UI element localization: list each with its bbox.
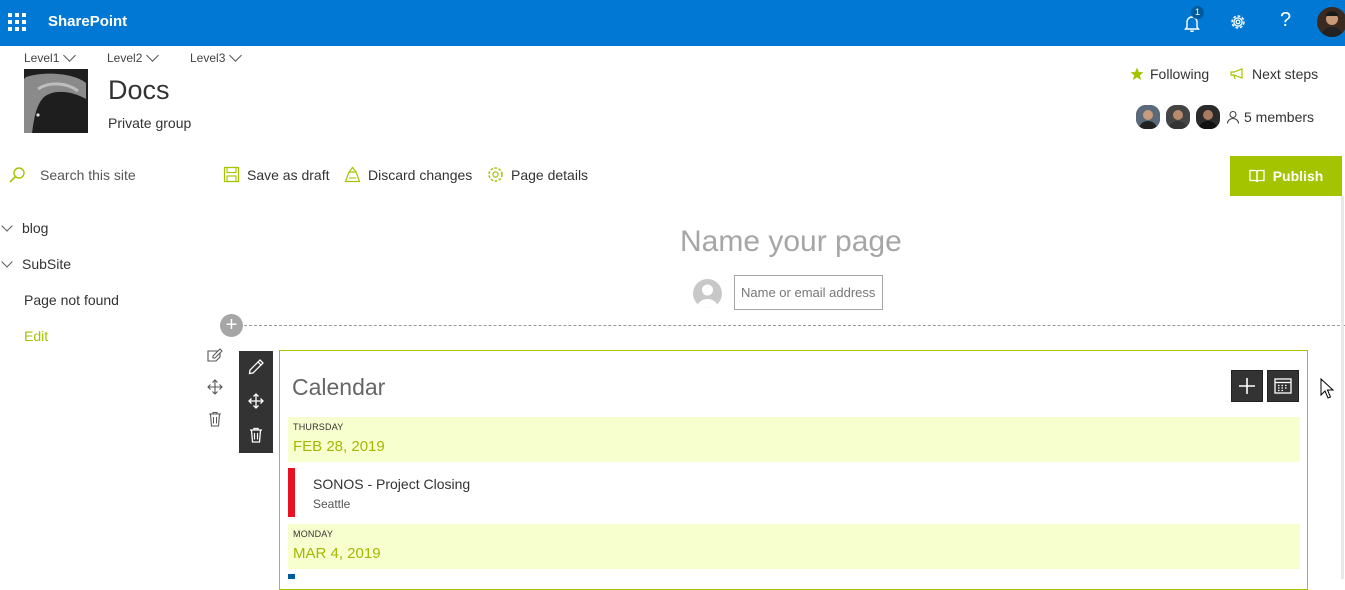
- app-name[interactable]: SharePoint: [48, 13, 127, 30]
- calendar-icon: [1274, 378, 1292, 394]
- member-avatar: [1164, 103, 1192, 131]
- megaphone-icon: [1230, 68, 1243, 80]
- nav-item-blog[interactable]: blog: [0, 220, 48, 236]
- app-launcher-icon[interactable]: [8, 13, 26, 31]
- chevron-down-icon: [146, 49, 160, 62]
- next-steps-button[interactable]: Next steps: [1230, 66, 1318, 82]
- chevron-down-icon: [1, 220, 13, 232]
- user-avatar[interactable]: [1317, 7, 1345, 37]
- settings-gear-icon: [488, 167, 503, 182]
- member-avatar: [1134, 103, 1162, 131]
- settings-gear-icon[interactable]: [1227, 11, 1249, 33]
- breadcrumb-label: Level2: [107, 51, 143, 65]
- date-group-header: THURSDAY FEB 28, 2019: [288, 417, 1300, 462]
- site-privacy-label: Private group: [108, 115, 192, 131]
- chevron-down-icon: [1, 256, 13, 268]
- event-category-bar: [288, 574, 295, 579]
- members-button[interactable]: 5 members: [1134, 103, 1314, 131]
- publish-label: Publish: [1272, 168, 1324, 184]
- section-divider: [244, 325, 1345, 326]
- member-avatar: [1194, 103, 1222, 131]
- breadcrumb-label: Level1: [24, 51, 60, 65]
- site-logo[interactable]: [24, 69, 88, 133]
- save-as-draft-label: Save as draft: [247, 166, 330, 183]
- scrollbar[interactable]: [1341, 196, 1344, 579]
- search-icon: [9, 167, 25, 183]
- chevron-down-icon: [229, 49, 243, 62]
- nav-item-page-not-found[interactable]: Page not found: [24, 292, 119, 308]
- nav-item-label: Edit: [24, 328, 49, 344]
- following-label: Following: [1150, 66, 1210, 82]
- chevron-down-icon: [63, 49, 77, 62]
- breadcrumb-label: Level3: [190, 51, 226, 65]
- person-icon: [1226, 110, 1240, 124]
- add-section-button[interactable]: +: [220, 314, 243, 337]
- page-details-button[interactable]: Page details: [487, 166, 588, 183]
- book-icon: [1249, 169, 1265, 183]
- plus-icon: [1239, 378, 1255, 394]
- discard-changes-button[interactable]: Discard changes: [344, 166, 472, 183]
- next-steps-label: Next steps: [1252, 66, 1319, 82]
- nav-item-label: blog: [22, 220, 49, 236]
- day-of-week: MONDAY: [293, 529, 334, 539]
- event-category-bar: [288, 468, 295, 517]
- site-search[interactable]: Search this site: [8, 166, 136, 184]
- breadcrumb-level2[interactable]: Level2: [107, 49, 160, 65]
- event-location: Seattle: [313, 497, 351, 511]
- move-section-icon[interactable]: [206, 378, 224, 396]
- breadcrumb-level3[interactable]: Level3: [190, 49, 243, 65]
- nav-edit-link[interactable]: Edit: [24, 328, 48, 344]
- day-of-week: THURSDAY: [293, 422, 344, 432]
- notification-count-badge: 1: [1191, 6, 1204, 19]
- discard-icon: [344, 166, 361, 183]
- event-title[interactable]: SONOS - Project Closing: [313, 476, 470, 492]
- nav-item-label: Page not found: [24, 292, 119, 308]
- breadcrumb-level1[interactable]: Level1: [24, 49, 77, 65]
- save-as-draft-button[interactable]: Save as draft: [223, 166, 330, 183]
- author-avatar: [693, 279, 722, 308]
- move-webpart-icon[interactable]: [247, 392, 265, 410]
- delete-section-icon[interactable]: [206, 410, 224, 428]
- star-icon: [1130, 67, 1144, 80]
- webpart-toolbar: [239, 351, 273, 453]
- nav-item-subsite[interactable]: SubSite: [0, 256, 71, 272]
- add-event-button[interactable]: [1231, 370, 1263, 402]
- page-details-label: Page details: [511, 166, 589, 183]
- page-title-input[interactable]: Name your page: [680, 225, 902, 259]
- following-button[interactable]: Following: [1130, 66, 1209, 82]
- open-calendar-button[interactable]: [1267, 370, 1299, 402]
- delete-webpart-icon[interactable]: [247, 426, 265, 444]
- edit-webpart-icon[interactable]: [247, 358, 265, 376]
- event-date: FEB 28, 2019: [293, 438, 385, 455]
- edit-section-icon[interactable]: [206, 347, 224, 365]
- site-title[interactable]: Docs: [108, 75, 170, 106]
- calendar-title: Calendar: [292, 374, 386, 400]
- author-input[interactable]: [734, 275, 883, 310]
- nav-item-label: SubSite: [22, 256, 72, 272]
- date-group-header: MONDAY MAR 4, 2019: [288, 524, 1300, 569]
- help-icon[interactable]: ?: [1280, 9, 1291, 32]
- discard-changes-label: Discard changes: [368, 166, 473, 183]
- search-placeholder: Search this site: [40, 167, 136, 183]
- suite-bar: [0, 0, 1345, 46]
- mouse-cursor-icon: [1320, 378, 1334, 399]
- members-count: 5 members: [1244, 109, 1315, 125]
- publish-button[interactable]: Publish: [1230, 156, 1342, 196]
- event-date: MAR 4, 2019: [293, 545, 381, 562]
- save-icon: [223, 166, 240, 183]
